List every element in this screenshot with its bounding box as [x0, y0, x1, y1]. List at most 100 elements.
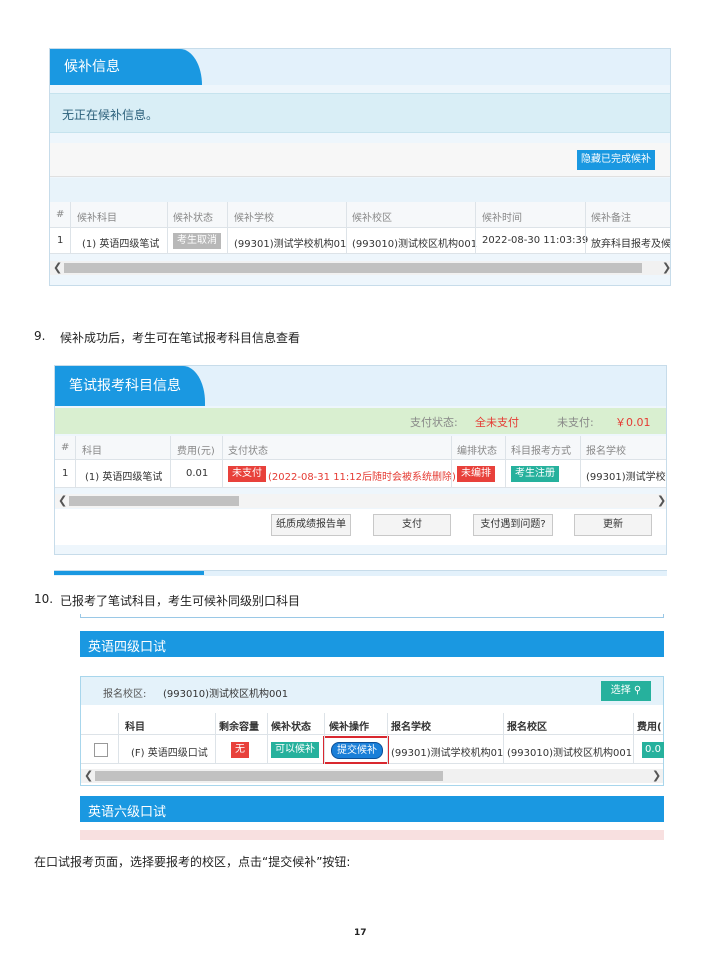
row-campus: (993010)测试校区机构001 [352, 239, 478, 250]
col-arrange-status: 编排状态 [457, 446, 497, 457]
next-panel-edge [80, 830, 664, 840]
col-capacity: 剩余容量 [219, 722, 259, 733]
table-row: 1 (1) 英语四级笔试 0.01 未支付 (2022-08-31 11:12后… [55, 460, 667, 488]
col-method: 科目报考方式 [511, 446, 571, 457]
action-bar: 纸质成绩报告单 支付 支付遇到问题? 更新 [55, 509, 666, 545]
horizontal-scrollbar[interactable]: ❮ ❯ [81, 769, 663, 783]
wait-status-badge: 可以候补 [271, 742, 319, 758]
row-subject: (1) 英语四级笔试 [85, 472, 163, 483]
pay-note: (2022-08-31 11:12后随时会被系统删除) [268, 472, 456, 483]
col-wait-action: 候补操作 [329, 722, 369, 733]
campus-value: (993010)测试校区机构001 [163, 689, 289, 700]
instruction-text: 在口试报考页面，选择要报考的校区，点击“提交候补”按钮: [34, 855, 351, 869]
col-status: 候补状态 [173, 213, 213, 224]
arrange-status-badge: 未编排 [457, 466, 495, 482]
refresh-button[interactable]: 更新 [574, 514, 652, 536]
row-index: 1 [62, 468, 69, 479]
oral-cet4-title-bar: 英语四级口试 [80, 631, 664, 657]
col-subject: 候补科目 [77, 213, 117, 224]
unpaid-value: ￥0.01 [615, 416, 651, 429]
col-subject: 科目 [82, 446, 102, 457]
panel-title: 候补信息 [50, 49, 202, 85]
row-school: (99301)测试学校机构01 [234, 239, 347, 250]
search-icon: ⚲ [633, 685, 642, 696]
panel-title: 笔试报考科目信息 [55, 366, 205, 406]
fee-badge: 0.0 [642, 742, 664, 758]
col-index: # [56, 209, 65, 220]
oral-exam-section: 英语四级口试 报名校区: (993010)测试校区机构001 选择 ⚲ 科目 剩… [80, 614, 664, 840]
col-time: 候补时间 [482, 213, 522, 224]
col-campus: 候补校区 [352, 213, 392, 224]
scroll-thumb[interactable] [69, 496, 239, 506]
row-time: 2022-08-30 11:03:39 [482, 235, 589, 246]
row-remark: 放弃科目报考及候补 [591, 239, 671, 250]
pay-status-value: 全未支付 [475, 416, 519, 429]
row-subject: (1) 英语四级笔试 [82, 239, 160, 250]
horizontal-scrollbar[interactable]: ❮ ❯ [55, 494, 666, 508]
campus-bar: 报名校区: (993010)测试校区机构001 选择 ⚲ [81, 677, 663, 705]
row-subject: (F) 英语四级口试 [131, 748, 208, 759]
col-remark: 候补备注 [591, 213, 631, 224]
horizontal-scrollbar[interactable]: ❮ ❯ [50, 261, 670, 275]
oral-cet6-title-bar: 英语六级口试 [80, 796, 664, 822]
row-campus: (993010)测试校区机构001 [507, 748, 633, 759]
table-header: # 科目 费用(元) 支付状态 编排状态 科目报考方式 报名学校 [55, 436, 666, 460]
scroll-right-icon[interactable]: ❯ [652, 769, 661, 783]
col-fee: 费用(元) [177, 446, 215, 457]
step-9-text: 候补成功后，考生可在笔试报考科目信息查看 [60, 331, 301, 345]
pay-status-badge: 未支付 [228, 466, 266, 482]
status-badge: 考生取消 [173, 233, 221, 249]
hide-completed-button[interactable]: 隐藏已完成候补 [577, 150, 655, 170]
col-school: 报名学校 [586, 446, 626, 457]
table-row: (F) 英语四级口试 无 可以候补 提交候补 (99301)测试学校机构01 (… [81, 736, 664, 764]
select-campus-button[interactable]: 选择 ⚲ [601, 681, 651, 701]
step-9-number: 9. [34, 329, 46, 343]
select-button-label: 选择 [610, 685, 631, 696]
table-row: 1 (1) 英语四级笔试 考生取消 (99301)测试学校机构01 (99301… [50, 228, 671, 254]
pay-status-label: 支付状态: [410, 416, 458, 429]
row-school: (99301)测试学校机 [586, 472, 667, 483]
col-school: 报名学校 [391, 722, 431, 733]
top-rule [80, 614, 664, 618]
page-number: 17 [354, 928, 367, 938]
col-fee: 费用( [637, 722, 662, 733]
paper-report-button[interactable]: 纸质成绩报告单 [271, 514, 351, 536]
campus-label: 报名校区: [103, 689, 147, 700]
scroll-thumb[interactable] [95, 771, 443, 781]
table-gap [50, 178, 670, 202]
scroll-left-icon[interactable]: ❮ [58, 494, 67, 508]
scroll-left-icon[interactable]: ❮ [53, 261, 62, 275]
table-header: # 候补科目 候补状态 候补学校 候补校区 候补时间 候补备注 [50, 202, 670, 228]
row-fee: 0.01 [186, 468, 209, 479]
scroll-left-icon[interactable]: ❮ [84, 769, 93, 783]
step-10-text: 已报考了笔试科目，考生可候补同级别口科目 [60, 594, 301, 608]
row-index: 1 [57, 235, 64, 246]
row-checkbox[interactable] [94, 743, 108, 757]
capacity-badge: 无 [231, 742, 249, 758]
col-wait-status: 候补状态 [271, 722, 311, 733]
payment-summary-bar: 支付状态: 全未支付 未支付: ￥0.01 [55, 408, 666, 434]
oral-cet4-title: 英语四级口试 [88, 640, 167, 655]
waitlist-info-panel: 候补信息 无正在候补信息。 隐藏已完成候补 # 候补科目 候补状态 候补学校 候… [49, 48, 671, 286]
oral-cet6-title: 英语六级口试 [88, 805, 167, 820]
scroll-right-icon[interactable]: ❯ [657, 494, 666, 508]
col-pay-status: 支付状态 [228, 446, 268, 457]
col-index: # [61, 442, 70, 453]
written-exam-panel: 笔试报考科目信息 支付状态: 全未支付 未支付: ￥0.01 # 科目 费用(元… [54, 365, 667, 555]
method-badge: 考生注册 [511, 466, 559, 482]
unpaid-label: 未支付: [557, 416, 594, 429]
notice-bar: 无正在候补信息。 [50, 93, 670, 133]
next-panel-edge [54, 570, 667, 576]
col-campus: 报名校区 [507, 722, 547, 733]
row-school: (99301)测试学校机构01 [391, 748, 504, 759]
scroll-right-icon[interactable]: ❯ [662, 261, 670, 275]
step-10-number: 10. [34, 592, 54, 606]
pay-button[interactable]: 支付 [373, 514, 451, 536]
submit-waitlist-button[interactable]: 提交候补 [331, 742, 383, 759]
table-header: 科目 剩余容量 候补状态 候补操作 报名学校 报名校区 费用( [81, 713, 663, 735]
scroll-thumb[interactable] [64, 263, 642, 273]
campus-select-box: 报名校区: (993010)测试校区机构001 选择 ⚲ 科目 剩余容量 候补状… [80, 676, 664, 786]
col-school: 候补学校 [234, 213, 274, 224]
notice-text: 无正在候补信息。 [62, 108, 159, 122]
payment-help-button[interactable]: 支付遇到问题? [473, 514, 553, 536]
